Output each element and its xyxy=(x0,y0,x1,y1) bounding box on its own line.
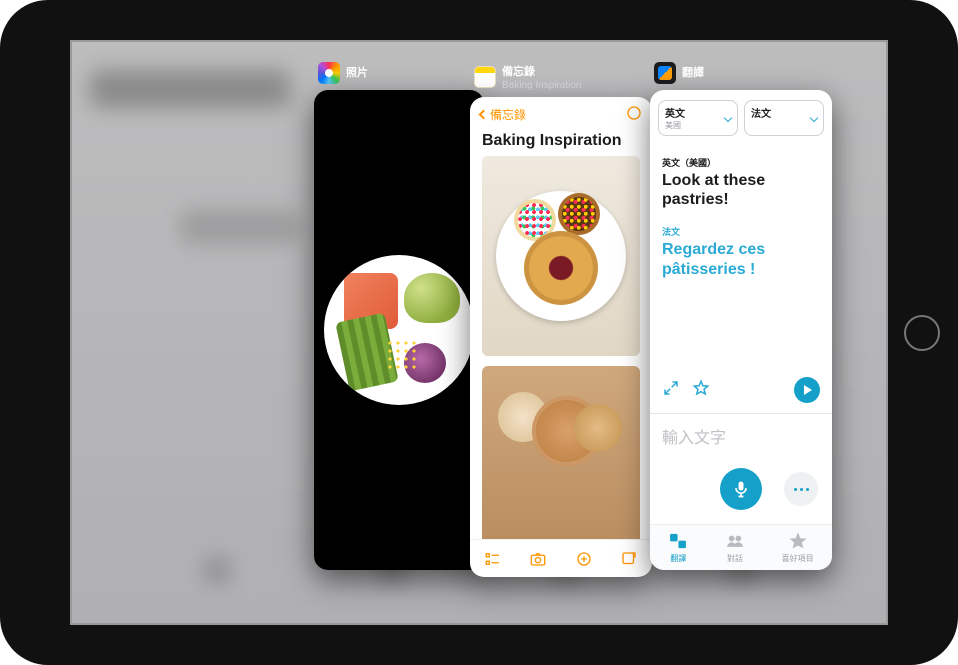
tab-label: 翻譯 xyxy=(670,553,686,564)
translation-content: 英文（美國） Look at these pastries! 法文 Regard… xyxy=(650,142,832,371)
app-label-subtitle: Baking Inspiration xyxy=(502,80,582,91)
app-card-label: 備忘錄 Baking Inspiration xyxy=(470,62,652,91)
tab-translate[interactable]: 翻譯 xyxy=(668,531,688,564)
tab-label: 對話 xyxy=(727,553,743,564)
markup-button[interactable] xyxy=(574,549,594,569)
notes-app-icon xyxy=(474,66,496,88)
input-placeholder: 輸入文字 xyxy=(662,430,726,447)
target-text: Regardez ces pâtisseries ! xyxy=(662,240,820,278)
camera-button[interactable] xyxy=(528,549,548,569)
notes-card-body[interactable]: 備忘錄 Baking Inspiration xyxy=(470,97,652,577)
home-button[interactable] xyxy=(904,315,940,351)
translation-actions xyxy=(650,371,832,413)
app-label-text: 翻譯 xyxy=(682,67,704,79)
mic-row xyxy=(650,450,832,524)
note-content[interactable] xyxy=(470,156,652,539)
translate-input-area[interactable]: 輸入文字 xyxy=(650,414,832,450)
chevron-left-icon xyxy=(479,110,489,120)
notes-back-label: 備忘錄 xyxy=(490,106,526,123)
translate-card-body[interactable]: 英文 美國 法文 英文（美國） Look at these pastries! xyxy=(650,90,832,570)
expand-button[interactable] xyxy=(662,379,680,402)
checklist-button[interactable] xyxy=(483,549,503,569)
source-full-lang-label: 英文（美國） xyxy=(662,156,820,169)
photos-app-icon xyxy=(318,62,340,84)
note-image-pastries xyxy=(482,156,640,356)
microphone-button[interactable] xyxy=(720,468,762,510)
notes-toolbar xyxy=(470,539,652,577)
app-card-photos[interactable]: 照片 xyxy=(314,62,484,570)
tab-favorites[interactable]: 喜好項目 xyxy=(782,531,814,564)
note-image-conchas xyxy=(482,366,640,539)
play-audio-button[interactable] xyxy=(794,377,820,403)
notes-back-button[interactable]: 備忘錄 xyxy=(480,106,526,123)
app-card-notes[interactable]: 備忘錄 Baking Inspiration 備忘錄 Baki xyxy=(470,62,652,577)
notes-share-button[interactable] xyxy=(626,105,642,124)
slide-over-switcher[interactable]: 照片 備忘錄 Baking Inspiration xyxy=(70,40,888,625)
source-lang-label: 英文 xyxy=(665,105,731,120)
notes-nav-bar: 備忘錄 xyxy=(470,97,652,128)
target-language-picker[interactable]: 法文 xyxy=(744,100,824,136)
more-options-button[interactable] xyxy=(784,472,818,506)
target-lang-label: 法文 xyxy=(751,105,817,120)
source-language-picker[interactable]: 英文 美國 xyxy=(658,100,738,136)
translate-tab-bar: 翻譯 對話 喜好項目 xyxy=(650,524,832,570)
ipad-device: 照片 備忘錄 Baking Inspiration xyxy=(0,0,958,665)
tab-conversation[interactable]: 對話 xyxy=(725,531,745,564)
note-title: Baking Inspiration xyxy=(470,128,652,156)
tab-label: 喜好項目 xyxy=(782,553,814,564)
app-label-text: 照片 xyxy=(346,67,368,79)
app-card-translate[interactable]: 翻譯 英文 美國 法文 xyxy=(650,62,832,570)
app-label-text: 備忘錄 xyxy=(502,66,535,78)
source-lang-region: 美國 xyxy=(665,120,731,131)
photos-card-body[interactable] xyxy=(314,90,484,570)
app-card-label: 翻譯 xyxy=(650,62,832,84)
screen: 照片 備忘錄 Baking Inspiration xyxy=(70,40,888,625)
source-text: Look at these pastries! xyxy=(662,171,820,209)
favorite-button[interactable] xyxy=(692,379,710,402)
translate-app-icon xyxy=(654,62,676,84)
language-picker-row: 英文 美國 法文 xyxy=(650,90,832,142)
target-full-lang-label: 法文 xyxy=(662,225,820,238)
app-card-label: 照片 xyxy=(314,62,484,84)
photo-food-plate xyxy=(324,255,474,405)
compose-button[interactable] xyxy=(619,549,639,569)
